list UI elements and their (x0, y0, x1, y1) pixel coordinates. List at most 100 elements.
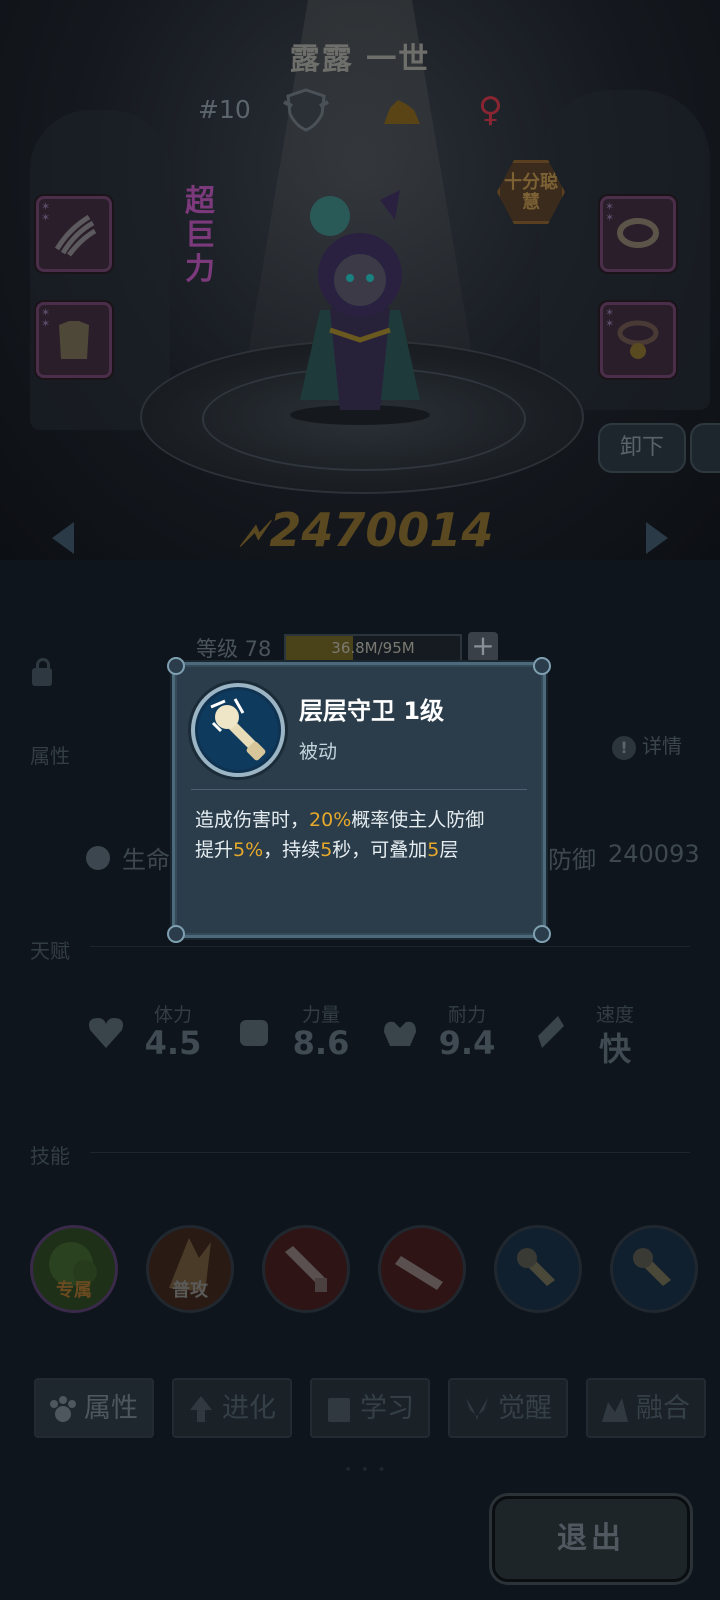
equipment-slot-weapon[interactable]: ✶ ✶ (36, 196, 112, 272)
popup-corner (533, 657, 551, 675)
sword-icon (285, 1246, 327, 1292)
guard-skill-icon (198, 690, 278, 770)
xp-text: 36.8M/95M (331, 639, 415, 657)
tab-fusion[interactable]: 融合 (586, 1378, 706, 1438)
wing-icon (538, 1016, 564, 1048)
desc-highlight: 5 (320, 839, 333, 861)
skill-exclusive[interactable]: 专属 (30, 1225, 118, 1313)
skill-icon (191, 683, 285, 777)
talent-value: 9.4 (438, 1024, 496, 1062)
super-strength-tag: 超巨力 (185, 184, 215, 287)
desc-text: 提升 (195, 839, 234, 861)
previous-hero-arrow-icon[interactable] (52, 522, 74, 554)
hero-name: 露露 一世 (289, 42, 431, 77)
stat-life-label: 生命 (122, 846, 170, 874)
equipment-slot-necklace[interactable]: ✶ ✶ (600, 196, 676, 272)
section-title-attributes: 属性 (30, 744, 70, 768)
skill-description: 造成伤害时，20%概率使主人防御 提升5%，持续5秒，可叠加5层 (195, 805, 535, 865)
desc-highlight: 5 (427, 839, 440, 861)
divider (90, 1152, 690, 1153)
skill-type: 被动 (299, 741, 338, 763)
shield-badge-icon[interactable] (282, 88, 330, 132)
paw-icon (50, 1396, 76, 1422)
section-title-skills: 技能 (30, 1144, 70, 1168)
bell-collar-icon (617, 320, 659, 359)
claw-icon (54, 214, 97, 257)
tab-evolve[interactable]: 进化 (172, 1378, 292, 1438)
skill-slot-6[interactable] (610, 1225, 698, 1313)
terrain-icon[interactable] (380, 96, 424, 126)
life-icon (86, 846, 110, 870)
heart-icon (89, 1018, 123, 1048)
popup-divider (191, 789, 527, 790)
skill-normal-attack[interactable]: 普攻 (146, 1225, 234, 1313)
tab-label: 融合 (636, 1393, 690, 1424)
tab-label: 学习 (360, 1393, 414, 1424)
up-arrow-icon (190, 1396, 212, 1422)
power-icon: 🗲 (240, 511, 266, 555)
fist-icon (240, 1020, 268, 1046)
skill-slot-4[interactable] (378, 1225, 466, 1313)
section-title-talent: 天赋 (30, 939, 70, 963)
combat-power: 🗲2470014 (240, 500, 520, 560)
combat-power-value: 2470014 (269, 503, 494, 557)
add-xp-button[interactable]: + (468, 632, 498, 662)
skill-detail-popup[interactable]: 层层守卫 1级 被动 造成伤害时，20%概率使主人防御 提升5%，持续5秒，可叠… (167, 657, 551, 943)
talent-label: 耐力 (447, 1004, 486, 1026)
sword-icon (395, 1256, 443, 1290)
divider (90, 946, 690, 947)
equipment-slot-accessory[interactable]: ✶ ✶ (600, 302, 676, 378)
tab-label: 觉醒 (498, 1393, 552, 1424)
unequip-button[interactable]: 卸下 (598, 423, 686, 473)
exit-button[interactable]: 退出 (492, 1496, 690, 1582)
skill-slot-3[interactable] (262, 1225, 350, 1313)
popup-corner (533, 925, 551, 943)
skill-label: 专属 (56, 1280, 92, 1301)
desc-highlight: 20% (309, 809, 352, 831)
guard-skill-icon (517, 1248, 555, 1286)
desc-highlight: 5% (233, 839, 264, 861)
detail-button[interactable]: ! 详情 (612, 730, 682, 760)
tab-learn[interactable]: 学习 (310, 1378, 430, 1438)
talent-value: 4.5 (144, 1024, 202, 1062)
popup-corner (167, 657, 185, 675)
xp-progress-bar: 36.8M/95M (284, 634, 462, 662)
book-icon (328, 1398, 350, 1422)
talent-label: 速度 (595, 1004, 634, 1026)
desc-text: 秒，可叠加 (332, 839, 428, 861)
tab-label: 进化 (222, 1393, 276, 1424)
desc-text: ，持续 (263, 839, 321, 861)
stat-defense-label: 防御 (548, 846, 596, 874)
equipment-slot-armor[interactable]: ✶ ✶ (36, 302, 112, 378)
desc-text: 层 (439, 839, 459, 861)
desc-text: 造成伤害时， (195, 809, 310, 831)
collar-icon (617, 218, 659, 248)
female-gender-icon: ♀ (478, 90, 503, 130)
next-hero-arrow-icon[interactable] (646, 522, 668, 554)
lock-icon[interactable] (32, 658, 52, 686)
level-label: 等级 78 (196, 637, 272, 661)
tab-attributes[interactable]: 属性 (34, 1378, 154, 1438)
skill-label: 普攻 (172, 1280, 208, 1301)
page-indicator: • • • (344, 1462, 388, 1478)
stat-defense-value: 240093 (608, 840, 700, 868)
detail-label: 详情 (642, 734, 682, 758)
guard-skill-icon (633, 1248, 671, 1286)
info-icon: ! (612, 736, 636, 760)
armor-icon (59, 321, 89, 359)
hero-rank: #10 (198, 95, 251, 124)
fusion-icon (602, 1398, 628, 1422)
skill-title: 层层守卫 1级 (299, 697, 445, 725)
tab-label: 属性 (84, 1393, 138, 1424)
talent-label: 体力 (153, 1004, 192, 1026)
muscle-icon (384, 1021, 416, 1046)
talent-label: 力量 (301, 1004, 340, 1026)
side-button[interactable] (690, 423, 720, 473)
talent-value: 快 (598, 1030, 631, 1068)
skill-slot-5[interactable] (494, 1225, 582, 1313)
tab-awaken[interactable]: 觉醒 (448, 1378, 568, 1438)
horn-icon (466, 1398, 488, 1422)
popup-corner (167, 925, 185, 943)
desc-text: 概率使主人防御 (351, 809, 485, 831)
hero-character[interactable] (260, 180, 460, 430)
